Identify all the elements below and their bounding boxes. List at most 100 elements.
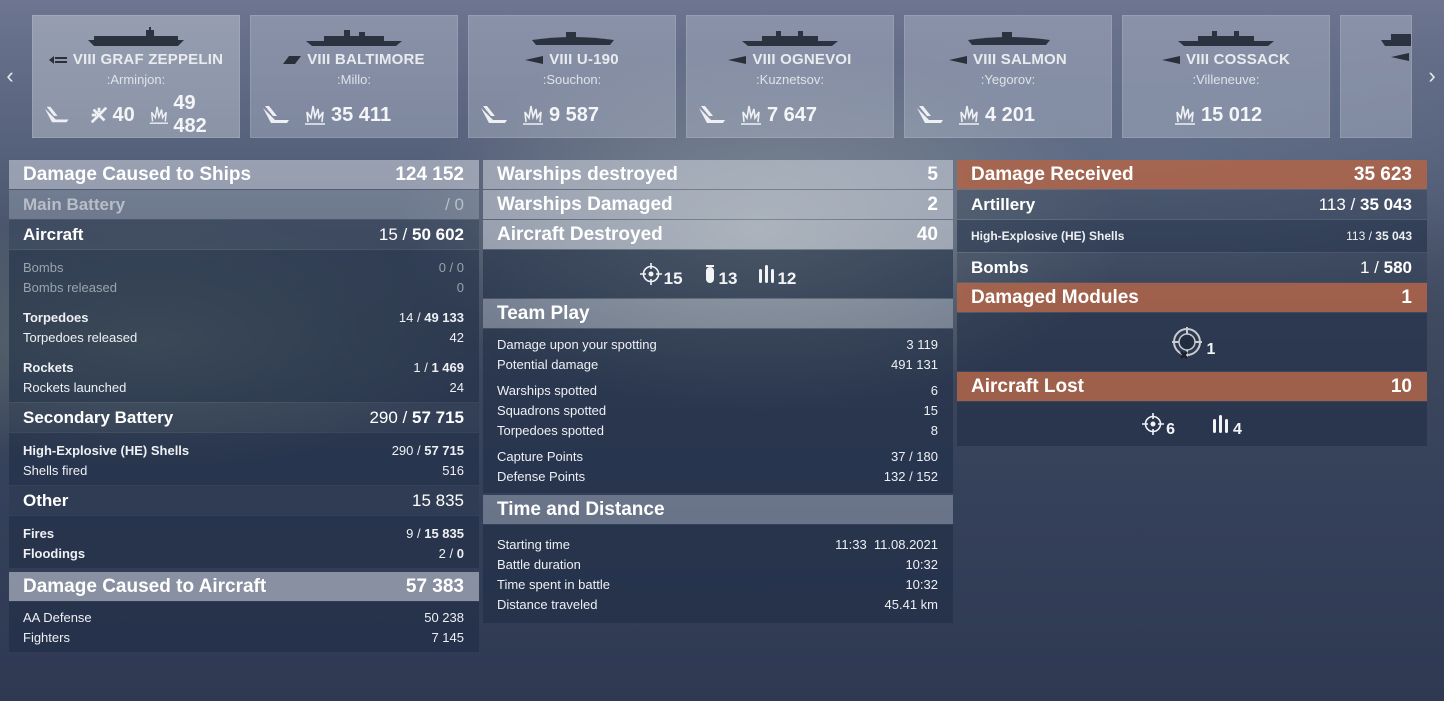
ship-kills-icon [699, 106, 725, 123]
aircraft-damage-breakdown: AA Defense 50 238 Fighters 7 145 [9, 602, 479, 652]
destroyer-class-icon [1161, 56, 1180, 65]
cruiser-class-icon [283, 56, 302, 65]
ship-name: VIII GRAF ZEPPELIN [33, 51, 239, 68]
stat-row: Bombs released 0 [23, 279, 464, 295]
damage-icon [1175, 105, 1195, 125]
stat-row: Bombs 0 / 0 [23, 259, 464, 275]
carousel-prev-arrow-icon[interactable]: ‹ [2, 62, 18, 90]
damage-value: 35 411 [331, 103, 392, 126]
stat-row: Time spent in battle 10:32 [497, 576, 938, 592]
ship-silhouette-icon [1381, 34, 1411, 46]
stat-row: AA Defense 50 238 [23, 609, 464, 625]
player-name: :Arminjon: [106, 72, 166, 87]
damage-value: 4 201 [985, 103, 1036, 126]
ship-kills-icon [263, 106, 289, 123]
ship-name: VIII SALMON [905, 51, 1111, 68]
damage-value: 9 587 [549, 103, 600, 126]
plane-kills-icon [90, 106, 107, 124]
ship-card[interactable]: VIII COSSACK :Villeneuve: 15 012 [1122, 15, 1330, 138]
stat-row: Defense Points 132 / 152 [497, 468, 938, 484]
stat-row: Battle duration 10:32 [497, 556, 938, 572]
damage-icon [523, 105, 543, 125]
fighter-crosshair-icon [639, 263, 662, 285]
destroyer-silhouette-icon [1178, 31, 1274, 46]
stat-row: Fires 9 / 15 835 [23, 525, 464, 541]
ship-name: VIII U-190 [469, 51, 675, 68]
other-damage-header: Other 15 835 [9, 486, 479, 515]
ship-kills-icon [917, 106, 943, 123]
bombs-received-header: Bombs 1 / 580 [957, 253, 1427, 282]
ship-card[interactable]: VIII BALTIMORE :Millo: 35 411 [250, 15, 458, 138]
stat-row: Damage upon your spotting 3 119 [497, 336, 938, 352]
damaged-modules-count: 1 [1206, 341, 1216, 358]
stat-row: Floodings 2 / 0 [23, 545, 464, 561]
ship-kills-icon [44, 106, 69, 123]
carrier-silhouette-icon [88, 27, 184, 46]
bomber-kills: 13 [703, 263, 737, 288]
team-play-header: Team Play [483, 299, 953, 328]
time-distance-header: Time and Distance [483, 495, 953, 524]
team-play-details: Damage upon your spotting 3 119 Potential… [483, 329, 953, 493]
aircraft-lost-header: Aircraft Lost 10 [957, 372, 1427, 401]
torpedo-bomber-kills: 12 [757, 263, 796, 288]
damage-icon [149, 106, 168, 124]
fighters-lost: 6 [1142, 413, 1175, 438]
artillery-header: Artillery 113 / 35 043 [957, 190, 1427, 219]
damaged-modules-header: Damaged Modules 1 [957, 283, 1427, 312]
stat-row: Torpedoes spotted 8 [497, 422, 938, 438]
stat-row: Potential damage 491 131 [497, 356, 938, 372]
ship-card[interactable]: VIII OGNEVOI :Kuznetsov: 7 647 [686, 15, 894, 138]
stat-row: Squadrons spotted 15 [497, 402, 938, 418]
steering-gear-icon [1171, 327, 1202, 359]
ship-name: VIII OGNEVOI [687, 51, 893, 68]
time-distance-details: Starting time 11:33 11.08.2021 Battle dur… [483, 525, 953, 623]
class-icon [1391, 53, 1409, 61]
torpedo-icon [759, 265, 775, 283]
received-column: Damage Received 35 623 Artillery 113 / 35… [957, 160, 1427, 446]
stat-row: Rockets 1 / 1 469 [23, 359, 464, 375]
main-battery-header: Main Battery/ 0 [9, 190, 479, 219]
aircraft-destroyed-breakdown: 15 13 12 [483, 250, 953, 298]
ship-card[interactable]: VIII SALMON :Yegorov: 4 201 [904, 15, 1112, 138]
damage-value: 15 012 [1201, 103, 1263, 126]
aircraft-damage-details: Bombs 0 / 0 Bombs released 0 Torpedoes 14 /… [9, 250, 479, 402]
stat-row: High-Explosive (HE) Shells 290 / 57 715 [23, 442, 464, 458]
damage-icon [741, 105, 761, 125]
stat-row: Fighters 7 145 [23, 629, 464, 645]
damage-ships-header: Damage Caused to Ships 124 152 [9, 160, 479, 189]
secondary-details: High-Explosive (HE) Shells 290 / 57 715 S… [9, 433, 479, 485]
ship-name: VIII BALTIMORE [251, 51, 457, 68]
bomb-icon [705, 265, 714, 283]
artillery-details: High-Explosive (HE) Shells 113 / 35 043 [957, 220, 1427, 252]
secondary-battery-header: Secondary Battery 290 / 57 715 [9, 403, 479, 432]
aircraft-destroyed-count: 40 [112, 103, 135, 126]
carousel-next-arrow-icon[interactable]: › [1424, 62, 1440, 90]
fighter-kills: 15 [639, 263, 683, 288]
destroyer-class-icon [728, 56, 747, 65]
warships-destroyed-header: Warships destroyed 5 [483, 160, 953, 189]
ship-card[interactable]: VIII U-190 :Souchon: 9 587 [468, 15, 676, 138]
cruiser-silhouette-icon [306, 30, 402, 46]
damage-aircraft-header: Damage Caused to Aircraft 57 383 [9, 572, 479, 601]
ship-carousel: ‹ VIII GRAF ZEPPELIN :Arminjon: 40 49 48… [0, 0, 1444, 145]
damage-icon [305, 105, 325, 125]
ship-name: VIII COSSACK [1123, 51, 1329, 68]
warships-damaged-header: Warships Damaged 2 [483, 190, 953, 219]
stat-row: Torpedoes released 42 [23, 329, 464, 345]
stat-row: Starting time 11:33 11.08.2021 [497, 536, 938, 552]
submarine-class-icon [949, 56, 968, 65]
carrier-class-icon [48, 56, 67, 65]
fighter-crosshair-icon [1142, 413, 1165, 435]
submarine-silhouette-icon [968, 32, 1050, 45]
kills-column: Warships destroyed 5 Warships Damaged 2 Ai… [483, 160, 953, 624]
submarine-silhouette-icon [532, 32, 614, 45]
ship-card-partial[interactable] [1340, 15, 1412, 138]
torpedo-icon [1213, 415, 1228, 433]
aircraft-damage-header: Aircraft 15 / 50 602 [9, 220, 479, 249]
submarine-class-icon [525, 56, 544, 65]
stat-row: Rockets launched 24 [23, 379, 464, 395]
ship-card[interactable]: VIII GRAF ZEPPELIN :Arminjon: 40 49 482 [32, 15, 240, 138]
player-name: :Millo: [337, 72, 371, 87]
stat-row: Distance traveled 45.41 km [497, 596, 938, 612]
player-name: :Souchon: [542, 72, 602, 87]
